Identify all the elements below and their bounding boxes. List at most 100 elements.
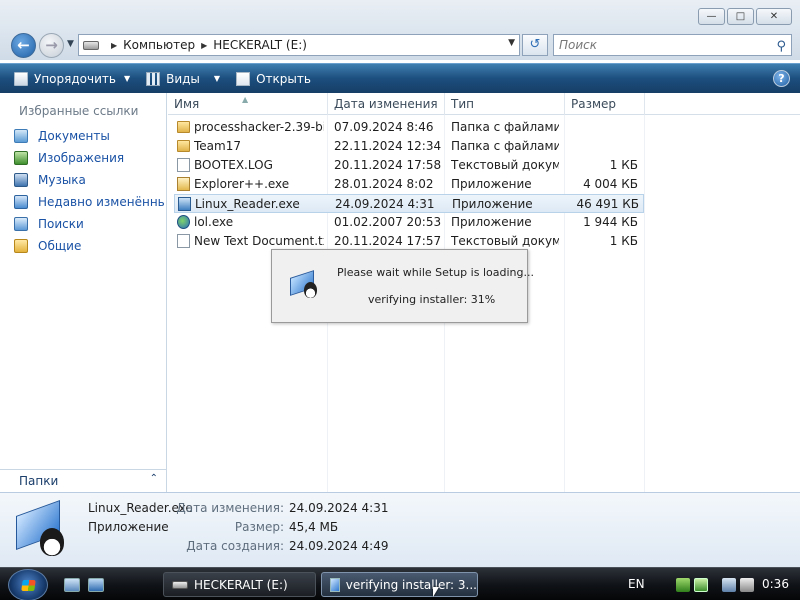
file-date: 07.09.2024 8:46 [334,120,434,134]
column-divider [644,115,645,492]
setup-icon [330,577,340,592]
sidebar-item-recent[interactable]: Недавно изменённые [14,191,164,213]
sidebar-item-pictures[interactable]: Изображения [14,147,164,169]
folders-label: Папки [19,474,59,488]
breadcrumb-drive[interactable]: HECKERALT (E:) [213,38,307,52]
favorites-list: Документы Изображения Музыка Недавно изм… [14,125,164,257]
breadcrumb-separator-icon[interactable]: ▶ [111,41,117,50]
file-name: lol.exe [194,215,234,229]
language-indicator[interactable]: EN [628,577,645,591]
column-header-row: ▲ Имя Дата изменения Тип Размер [168,93,800,115]
breadcrumb-separator-icon[interactable]: ▶ [201,41,207,50]
column-header-size[interactable]: Размер [565,93,645,115]
column-header-name[interactable]: ▲ Имя [168,93,328,115]
switch-windows-icon[interactable] [88,578,104,592]
file-size: 4 004 КБ [583,177,638,191]
sidebar-item-label: Изображения [38,151,125,165]
column-header-label: Размер [571,97,617,111]
navigation-pane: Избранные ссылки Документы Изображения М… [0,93,167,492]
back-button[interactable]: ← [11,33,36,58]
sidebar-item-documents[interactable]: Документы [14,125,164,147]
address-bar[interactable]: ▶ Компьютер ▶ HECKERALT (E:) ▼ [78,34,520,56]
window-controls: — □ ✕ [698,8,792,25]
windows-logo-icon [21,580,36,591]
open-icon [236,71,251,86]
music-icon [14,173,28,187]
show-desktop-icon[interactable] [64,578,80,592]
views-icon [146,71,161,86]
file-name: BOOTEX.LOG [194,158,273,172]
file-row[interactable]: Explorer++.exe 28.01.2024 8:02 Приложени… [174,175,644,194]
organize-button[interactable]: Упорядочить ▼ [14,71,130,86]
pictures-icon [14,151,28,165]
file-name: processhacker-2.39-bin [194,120,324,134]
help-icon[interactable]: ? [773,70,790,87]
refresh-button[interactable]: ↺ [522,34,548,56]
close-icon[interactable]: ✕ [756,8,792,25]
taskbar-button-explorer[interactable]: HECKERALT (E:) [163,572,316,597]
taskbar: HECKERALT (E:) verifying installer: 3...… [0,567,800,600]
history-dropdown-icon[interactable]: ▼ [67,39,74,49]
search-input[interactable]: Поиск ⚲ [553,34,792,56]
column-header-type[interactable]: Тип [445,93,565,115]
file-type: Текстовый докум... [451,158,559,172]
forward-button[interactable]: → [39,33,64,58]
dialog-message: Please wait while Setup is loading... [337,266,534,279]
folders-toggle[interactable]: Папки ⌃ [0,469,166,492]
sidebar-item-shared[interactable]: Общие [14,235,164,257]
file-date: 01.02.2007 20:53 [334,215,442,229]
file-thumbnail-icon [14,499,72,560]
setup-icon [290,270,320,298]
file-size [564,137,638,156]
column-header-date[interactable]: Дата изменения [328,93,445,115]
breadcrumb-computer[interactable]: Компьютер [123,38,195,52]
file-row[interactable]: BOOTEX.LOG 20.11.2024 17:58 Текстовый до… [174,156,644,175]
address-dropdown-icon[interactable]: ▼ [508,38,515,48]
recent-icon [14,195,28,209]
column-header-label: Тип [451,97,474,111]
file-name: Linux_Reader.exe [195,197,300,211]
tray-app-icon[interactable] [676,578,690,592]
file-type: Папка с файлами [451,139,559,153]
drive-icon [172,580,188,589]
file-date: 24.09.2024 4:31 [335,197,435,211]
taskbar-button-label: HECKERALT (E:) [194,577,288,592]
taskbar-button-setup[interactable]: verifying installer: 3... [321,572,478,597]
mouse-cursor-icon [433,587,439,597]
file-row[interactable]: lol.exe 01.02.2007 20:53 Приложение 1 94… [174,213,644,232]
details-size-label: Размер: [234,520,284,534]
sidebar-item-label: Недавно изменённые [38,195,164,209]
file-date: 20.11.2024 17:58 [334,158,442,172]
taskbar-button-label: verifying installer: 3... [345,577,477,592]
start-button[interactable] [8,569,48,600]
organize-icon [14,71,28,86]
file-row-selected[interactable]: Linux_Reader.exe 24.09.2024 4:31 Приложе… [174,194,644,213]
network-icon[interactable] [722,578,736,592]
column-header-label: Имя [174,97,200,111]
file-row[interactable]: processhacker-2.39-bin 07.09.2024 8:46 П… [174,118,644,137]
penguin-shape [40,528,64,556]
sidebar-item-music[interactable]: Музыка [14,169,164,191]
sidebar-item-label: Общие [38,239,82,253]
volume-muted-icon[interactable] [740,578,754,592]
sidebar-item-searches[interactable]: Поиски [14,213,164,235]
search-icon[interactable]: ⚲ [776,37,786,57]
file-row[interactable]: Team17 22.11.2024 12:34 Папка с файлами [174,137,644,156]
clock[interactable]: 0:36 [762,577,789,591]
views-button[interactable]: Виды ▼ [146,71,220,86]
text-file-icon [177,158,190,172]
details-size-value: 45,4 МБ [289,520,339,534]
minimize-icon[interactable]: — [698,8,725,25]
documents-icon [14,129,28,143]
penguin-shape [304,282,317,298]
open-label: Открыть [256,71,311,86]
sidebar-item-label: Поиски [38,217,84,231]
details-created-value: 24.09.2024 4:49 [289,539,389,553]
file-size: 1 КБ [609,234,638,248]
globe-app-icon [177,215,190,229]
tray-security-icon[interactable] [694,578,708,592]
open-button[interactable]: Открыть [236,71,311,86]
sidebar-item-label: Документы [38,129,110,143]
maximize-icon[interactable]: □ [727,8,754,25]
app-icon [177,177,190,191]
